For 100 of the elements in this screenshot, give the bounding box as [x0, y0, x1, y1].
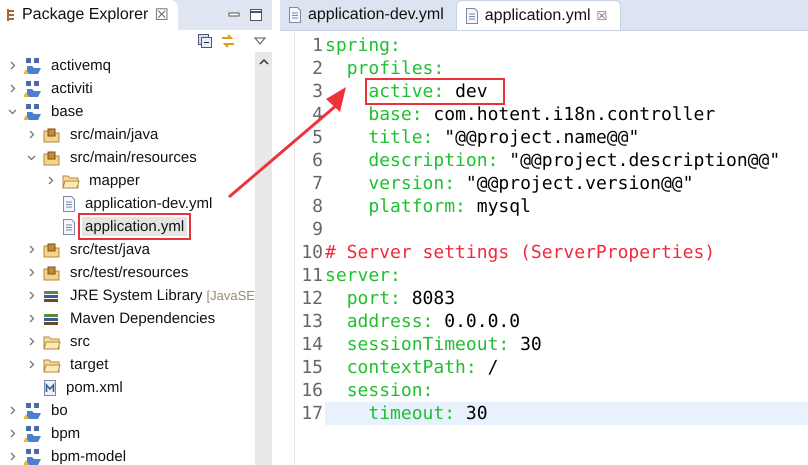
yaml-key: platform:: [368, 196, 466, 217]
chevron-right-icon[interactable]: [8, 406, 16, 415]
file-icon: [62, 218, 76, 234]
line-number: 2: [311, 57, 324, 80]
chevron-down-icon[interactable]: [26, 153, 36, 162]
project-icon: [24, 402, 42, 420]
tree-item[interactable]: src/main/java: [67, 125, 162, 144]
chevron-down-icon[interactable]: [8, 107, 16, 116]
tree-item[interactable]: mapper: [86, 171, 143, 190]
close-button[interactable]: ☒: [154, 5, 168, 25]
line-number: 5: [311, 126, 324, 149]
line-number: 15: [300, 356, 324, 379]
view-tab[interactable]: Package Explorer ☒: [0, 0, 178, 30]
chevron-right-icon[interactable]: [26, 291, 36, 300]
tree-item[interactable]: activemq: [48, 56, 114, 75]
yaml-key: version:: [368, 173, 456, 194]
folder-icon: [43, 334, 61, 350]
chevron-right-icon[interactable]: [26, 268, 36, 277]
line-number: 1: [311, 34, 324, 57]
yaml-key: profiles:: [346, 58, 444, 79]
yaml-value: 30: [520, 334, 542, 355]
chevron-right-icon[interactable]: [8, 84, 16, 93]
project-icon: [24, 424, 42, 442]
tree-item[interactable]: base: [48, 102, 87, 121]
project-icon: [24, 102, 42, 120]
line-number: 8: [311, 195, 324, 218]
chevron-right-icon[interactable]: [26, 337, 36, 346]
yaml-value: mysql: [476, 196, 531, 217]
collapse-all-icon[interactable]: [198, 34, 212, 48]
yaml-value: com.hotent.i18n.controller: [433, 104, 716, 125]
tree-item[interactable]: application.yml: [82, 217, 188, 236]
tree-item[interactable]: Maven Dependencies: [67, 309, 218, 328]
package-folder-icon: [43, 150, 61, 166]
chevron-right-icon[interactable]: [26, 360, 36, 369]
tree-item[interactable]: application-dev.yml: [82, 194, 216, 213]
chevron-right-icon[interactable]: [26, 130, 36, 139]
project-icon: [24, 80, 42, 98]
yaml-key: server:: [325, 265, 401, 286]
line-number: 12: [300, 287, 324, 310]
tree-item[interactable]: src: [67, 332, 93, 351]
yaml-key: description:: [368, 150, 498, 171]
line-number: 7: [311, 172, 324, 195]
line-number: 13: [300, 310, 324, 333]
chevron-right-icon[interactable]: [8, 61, 16, 70]
yaml-key: contextPath:: [346, 357, 477, 378]
yaml-key: session:: [346, 380, 434, 401]
file-icon: [464, 8, 479, 24]
project-icon: [24, 56, 42, 74]
yaml-key: timeout:: [368, 403, 456, 424]
tree-item[interactable]: target: [67, 355, 112, 374]
line-number: 14: [300, 333, 324, 356]
tree-item[interactable]: src/main/resources: [67, 148, 200, 167]
library-version-label: [JavaSE: [206, 288, 255, 303]
line-number: 17: [300, 402, 324, 425]
scrollbar[interactable]: [255, 52, 272, 465]
yaml-value: 8083: [412, 288, 456, 309]
chevron-right-icon[interactable]: [46, 176, 54, 185]
maximize-button[interactable]: [250, 9, 262, 21]
line-number: 10: [300, 241, 324, 264]
view-title: Package Explorer: [22, 6, 148, 24]
yaml-key: port:: [346, 288, 401, 309]
package-folder-icon: [43, 126, 61, 142]
chevron-right-icon[interactable]: [26, 314, 36, 323]
chevron-right-icon[interactable]: [26, 245, 36, 254]
yaml-value: "@@project.description@@": [509, 150, 780, 171]
line-number: 9: [311, 218, 324, 241]
tree-item[interactable]: activiti: [48, 79, 96, 98]
link-editor-icon[interactable]: [220, 34, 236, 48]
editor-tab[interactable]: application.yml ☒: [456, 0, 621, 30]
chevron-right-icon[interactable]: [8, 429, 16, 438]
yaml-value: dev: [455, 81, 488, 102]
scroll-up-icon[interactable]: [258, 58, 268, 65]
file-icon: [62, 196, 76, 212]
tree-item[interactable]: src/test/java: [67, 240, 154, 259]
tree-item[interactable]: bo: [48, 401, 71, 420]
yaml-value: /: [488, 357, 498, 378]
tree-item[interactable]: pom.xml: [63, 378, 126, 397]
line-number: 16: [300, 379, 324, 402]
tree-item[interactable]: bpm-model: [48, 447, 130, 465]
yaml-value: 0.0.0.0: [444, 311, 520, 332]
maven-file-icon: [43, 380, 57, 396]
line-number: 3: [311, 80, 324, 103]
view-menu-icon[interactable]: [254, 37, 266, 45]
tree-item[interactable]: bpm: [48, 424, 84, 443]
yaml-key: spring:: [325, 35, 401, 56]
tree-item[interactable]: JRE System Library: [67, 286, 206, 305]
yaml-key: address:: [346, 311, 434, 332]
yaml-value: 30: [466, 403, 488, 424]
chevron-right-icon[interactable]: [8, 452, 16, 461]
yaml-value: "@@project.name@@": [444, 127, 640, 148]
package-folder-icon: [43, 264, 61, 280]
yaml-key: title:: [368, 127, 434, 148]
line-number: 6: [311, 149, 324, 172]
tree-item[interactable]: src/test/resources: [67, 263, 192, 282]
folder-icon: [62, 172, 80, 188]
yaml-key: active:: [368, 81, 444, 102]
editor-tab[interactable]: application-dev.yml: [280, 0, 456, 30]
folder-icon: [43, 356, 61, 372]
yaml-value: "@@project.version@@": [466, 173, 694, 194]
yaml-key: sessionTimeout:: [346, 334, 510, 355]
